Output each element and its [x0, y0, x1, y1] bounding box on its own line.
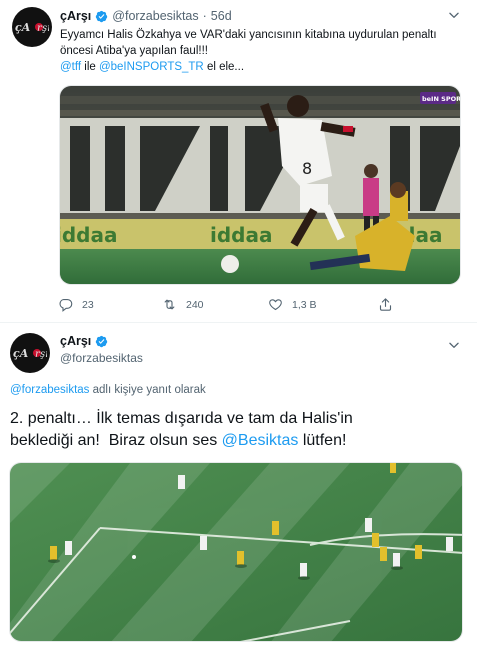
mention-link[interactable]: @Besiktas	[222, 432, 299, 449]
tweet-actions: 23 240 1,3 B	[58, 297, 458, 315]
svg-text:şı: şı	[40, 349, 47, 360]
svg-text:şı: şı	[42, 23, 49, 34]
tweet-text-segment: beklediği an! Biraz olsun ses	[10, 432, 222, 449]
football	[221, 255, 239, 273]
board-text: iddaa	[60, 223, 117, 247]
like-count: 1,3 B	[292, 298, 317, 311]
avatar[interactable]: çA r şı	[10, 333, 50, 373]
tweet-text-tail: el ele...	[203, 61, 245, 73]
reply-button[interactable]: 23	[58, 297, 94, 312]
retweet-icon	[164, 299, 175, 310]
tweet-text-line: öncesi Atiba'ya yapılan faul!!!	[60, 45, 208, 57]
football-foul-photo: iddaa iddaa iddaa	[60, 86, 461, 284]
tweet-photo[interactable]: iddaa iddaa iddaa	[59, 85, 461, 285]
like-icon	[269, 299, 282, 311]
tweet-time[interactable]: 56d	[211, 9, 232, 23]
share-button[interactable]	[378, 297, 393, 312]
mention-link[interactable]: @beINSPORTS_TR	[99, 61, 204, 73]
tweet-video[interactable]	[9, 462, 463, 642]
svg-text:çA: çA	[15, 21, 31, 34]
tweet-text-segment: lütfen!	[298, 432, 347, 449]
caret-down-icon[interactable]	[447, 338, 461, 352]
retweet-count: 240	[186, 298, 204, 311]
tweet-text-line: @tff ile @beINSPORTS_TR el ele...	[60, 59, 460, 75]
verified-badge-icon	[96, 10, 108, 22]
tweet-text-line: beklediği an! Biraz olsun ses @Besiktas …	[10, 430, 470, 452]
author-name[interactable]: çArşı	[60, 334, 91, 348]
tweet-text-line: Eyyamcı Halis Özkahya ve VAR'daki yancıs…	[60, 29, 437, 41]
jersey-number: 8	[302, 159, 312, 178]
tweet-1[interactable]: çA r şı çArşı @forzabesiktas · 56d Eyyam…	[0, 0, 477, 323]
broadcaster-logo: beIN SPORTS	[422, 95, 461, 103]
author-handle[interactable]: @forzabesiktas	[112, 9, 198, 23]
avatar[interactable]: çA r şı	[12, 7, 52, 47]
football	[132, 555, 136, 559]
verified-badge-icon	[96, 335, 108, 347]
reply-count: 23	[82, 298, 94, 311]
author-handle[interactable]: @forzabesiktas	[60, 351, 143, 365]
profile-avatar-logo: çA r şı	[15, 21, 49, 34]
tweet-text: Eyyamcı Halis Özkahya ve VAR'daki yancıs…	[60, 27, 460, 75]
share-icon	[379, 298, 392, 311]
tweet-text-line: 2. penaltı… İlk temas dışarıda ve tam da…	[10, 410, 353, 427]
separator-dot: ·	[202, 9, 207, 23]
reply-mention-link[interactable]: @forzabesiktas	[10, 384, 89, 396]
replying-to: @forzabesiktas adlı kişiye yanıt olarak	[10, 384, 206, 396]
mention-link[interactable]: @tff	[60, 61, 81, 73]
mention-connector: ile	[81, 61, 99, 73]
profile-avatar-logo: çA r şı	[13, 347, 47, 360]
reply-icon	[59, 298, 73, 312]
tweet-header: çArşı @forzabesiktas · 56d	[60, 9, 232, 23]
caret-down-icon[interactable]	[447, 8, 461, 22]
reply-suffix: adlı kişiye yanıt olarak	[89, 384, 206, 396]
board-text: iddaa	[210, 223, 272, 247]
tweet-header: çArşı	[60, 334, 108, 348]
retweet-button[interactable]: 240	[162, 297, 204, 312]
football-pitch-video-frame	[10, 463, 462, 641]
like-button[interactable]: 1,3 B	[268, 297, 317, 312]
author-name[interactable]: çArşı	[60, 9, 91, 23]
tweet-text: 2. penaltı… İlk temas dışarıda ve tam da…	[10, 408, 470, 452]
svg-text:çA: çA	[13, 347, 29, 360]
